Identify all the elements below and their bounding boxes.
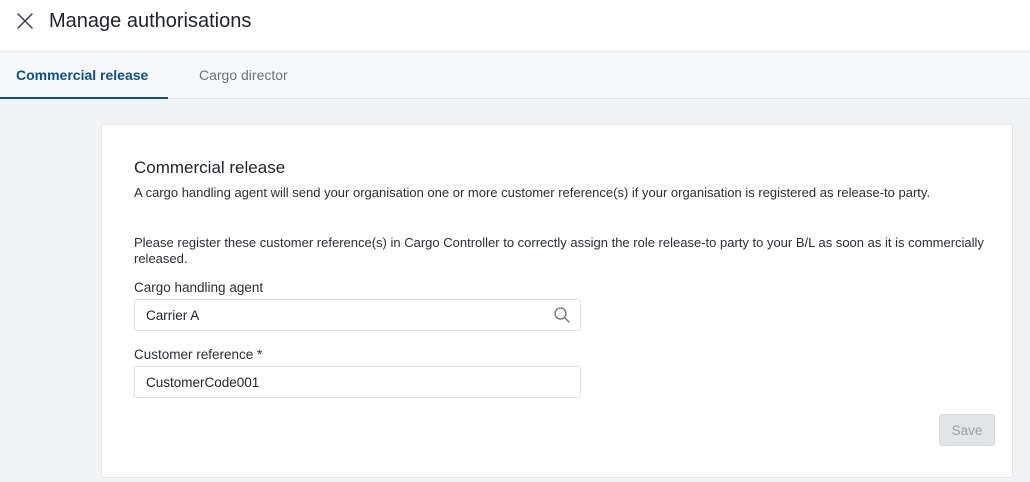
search-icon[interactable] xyxy=(553,306,571,324)
customer-reference-input[interactable] xyxy=(134,366,581,398)
tab-commercial-release[interactable]: Commercial release xyxy=(0,53,168,99)
cargo-handling-agent-input[interactable] xyxy=(134,299,581,331)
cargo-handling-agent-label: Cargo handling agent xyxy=(134,280,264,295)
tab-cargo-director[interactable]: Cargo director xyxy=(199,53,288,99)
section-title: Commercial release xyxy=(134,158,286,177)
commercial-release-card: Commercial release A cargo handling agen… xyxy=(101,124,1013,478)
close-button[interactable] xyxy=(14,10,36,32)
customer-reference-label: Customer reference * xyxy=(134,347,263,362)
close-icon xyxy=(17,13,33,29)
page-title: Manage authorisations xyxy=(49,10,252,32)
tab-bar: Commercial release Cargo director xyxy=(0,53,1030,99)
description-paragraph-1: A cargo handling agent will send your or… xyxy=(134,185,931,200)
save-button[interactable]: Save xyxy=(939,414,995,446)
description-paragraph-2: Please register these customer reference… xyxy=(134,235,984,266)
app-header: Manage authorisations xyxy=(0,0,1030,52)
